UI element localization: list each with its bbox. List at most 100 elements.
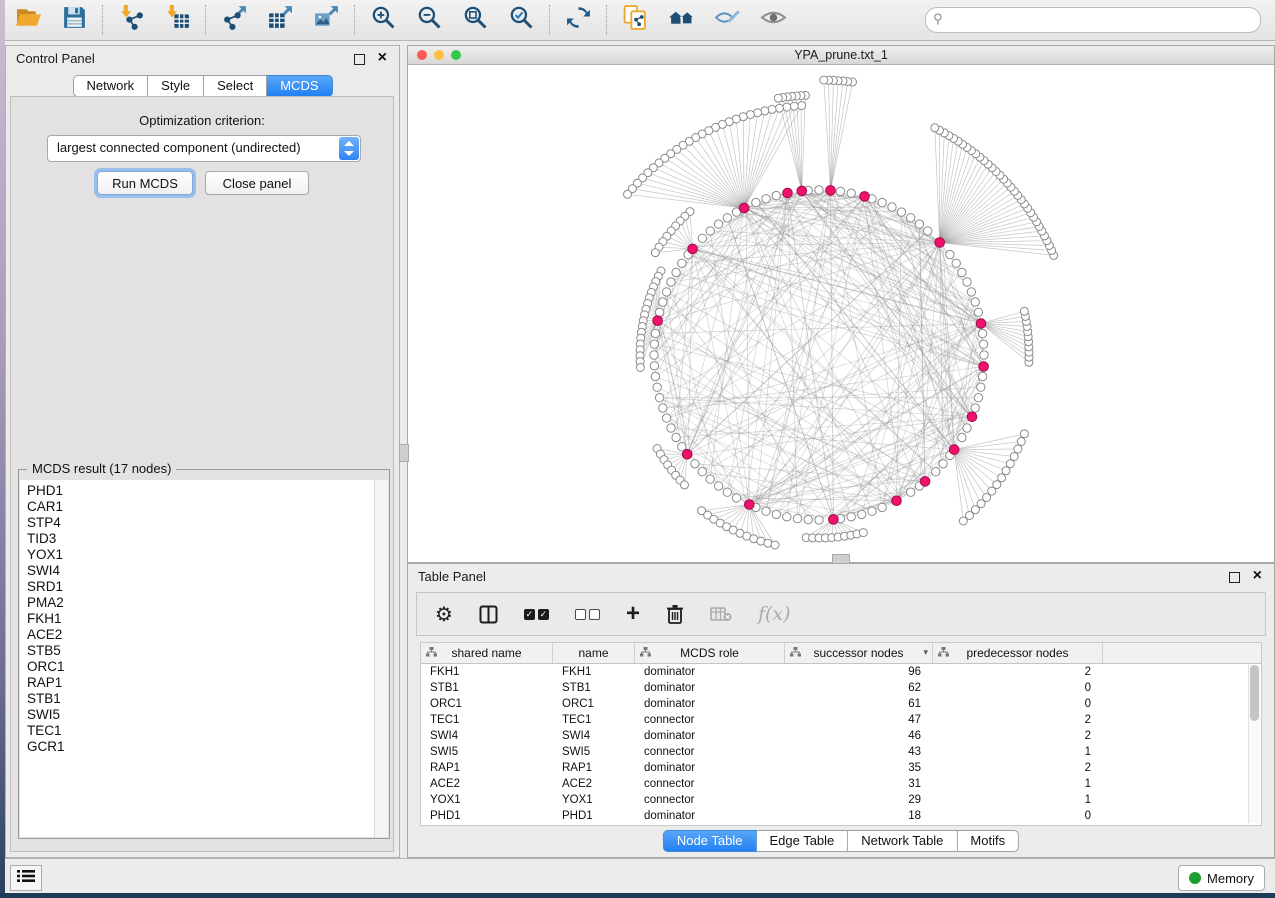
task-history-button[interactable] [10,865,42,891]
criterion-select[interactable]: largest connected component (undirected) [47,135,361,162]
network-node[interactable] [963,278,971,286]
network-node[interactable] [980,351,988,359]
column-header-successor-nodes[interactable]: successor nodes ▾ [785,643,933,663]
network-node[interactable] [958,268,966,276]
network-hub-node[interactable] [892,496,902,506]
show-column-panel-icon[interactable] [479,605,498,624]
network-node[interactable] [651,329,659,337]
tab-mcds[interactable]: MCDS [267,75,332,97]
network-node[interactable] [768,105,776,113]
network-node[interactable] [650,340,658,348]
network-hub-node[interactable] [860,192,870,202]
network-node[interactable] [888,203,896,211]
network-node[interactable] [706,475,714,483]
open-file-button[interactable] [13,5,43,35]
column-header-mcds-role[interactable]: MCDS role [635,643,785,663]
table-row[interactable]: TEC1TEC1connector472 [421,712,1261,728]
zoom-fit-button[interactable] [460,5,490,35]
show-all-button[interactable] [758,5,788,35]
table-row[interactable]: ACE2ACE2connector311 [421,776,1261,792]
network-node[interactable] [1014,445,1022,453]
column-header-predecessor-nodes[interactable]: predecessor nodes [933,643,1103,663]
tab-edge-table[interactable]: Edge Table [756,830,848,852]
network-node[interactable] [946,250,954,258]
network-node[interactable] [974,394,982,402]
network-node[interactable] [820,76,828,84]
network-hub-node[interactable] [829,515,839,525]
network-node[interactable] [672,268,680,276]
mcds-result-item[interactable]: TID3 [27,531,375,547]
table-row[interactable]: STB1STB1dominator620 [421,680,1261,696]
run-mcds-button[interactable]: Run MCDS [97,171,193,195]
network-node[interactable] [836,187,844,195]
table-vertical-scrollbar[interactable] [1248,665,1260,823]
network-node[interactable] [971,298,979,306]
network-hub-node[interactable] [783,188,793,198]
mcds-result-item[interactable]: PHD1 [27,483,375,499]
network-node[interactable] [678,259,686,267]
network-node[interactable] [868,507,876,515]
column-header-shared-name[interactable]: shared name [421,643,553,663]
select-all-icon[interactable]: ✓✓ [524,609,549,620]
tab-network-table[interactable]: Network Table [848,830,957,852]
network-node[interactable] [698,234,706,242]
network-node[interactable] [752,198,760,206]
network-node[interactable] [714,220,722,228]
network-node[interactable] [655,308,663,316]
network-node[interactable] [636,364,644,372]
mcds-result-item[interactable]: FKH1 [27,611,375,627]
table-row[interactable]: ORC1ORC1dominator610 [421,696,1261,712]
network-node[interactable] [764,539,772,547]
close-icon[interactable]: × [378,49,387,67]
export-table-button[interactable] [265,5,295,35]
network-hub-node[interactable] [745,500,755,510]
mcds-result-item[interactable]: CAR1 [27,499,375,515]
clone-network-button[interactable] [620,5,650,35]
network-node[interactable] [772,191,780,199]
network-node[interactable] [774,94,782,102]
close-icon[interactable]: × [1253,567,1262,585]
refresh-button[interactable] [563,5,593,35]
network-node[interactable] [762,195,770,203]
network-node[interactable] [698,468,706,476]
tab-motifs[interactable]: Motifs [957,830,1019,852]
tab-network[interactable]: Network [72,75,148,97]
network-node[interactable] [771,541,779,549]
mcds-result-item[interactable]: TEC1 [27,723,375,739]
network-hub-node[interactable] [797,186,807,196]
network-node[interactable] [1020,430,1028,438]
add-column-plus-icon[interactable]: + [626,600,640,628]
network-hub-node[interactable] [688,244,698,254]
tab-style[interactable]: Style [148,75,204,97]
network-hub-node[interactable] [935,238,945,248]
network-node[interactable] [978,329,986,337]
mcds-result-item[interactable]: STB1 [27,691,375,707]
network-node[interactable] [723,214,731,222]
network-node[interactable] [783,103,791,111]
network-node[interactable] [815,186,823,194]
network-hub-node[interactable] [920,477,930,487]
table-row[interactable]: RAP1RAP1dominator352 [421,760,1261,776]
network-node[interactable] [907,488,915,496]
zoom-in-button[interactable] [368,5,398,35]
network-node[interactable] [907,214,915,222]
network-node[interactable] [655,394,663,402]
table-row[interactable]: FKH1FKH1dominator962 [421,664,1261,680]
network-node[interactable] [859,529,867,537]
export-network-button[interactable] [219,5,249,35]
tab-node-table[interactable]: Node Table [663,830,757,852]
network-node[interactable] [762,507,770,515]
network-node[interactable] [878,503,886,511]
network-node[interactable] [971,404,979,412]
network-canvas[interactable] [408,65,1274,562]
function-builder-icon[interactable]: f(x) [758,603,791,625]
network-node[interactable] [714,482,722,490]
network-node[interactable] [974,308,982,316]
network-node[interactable] [783,513,791,521]
import-table-button[interactable] [162,5,192,35]
mcds-list-scrollbar[interactable] [374,480,388,837]
network-node[interactable] [967,288,975,296]
mcds-result-item[interactable]: SRD1 [27,579,375,595]
network-hub-node[interactable] [739,203,749,213]
network-node[interactable] [924,227,932,235]
